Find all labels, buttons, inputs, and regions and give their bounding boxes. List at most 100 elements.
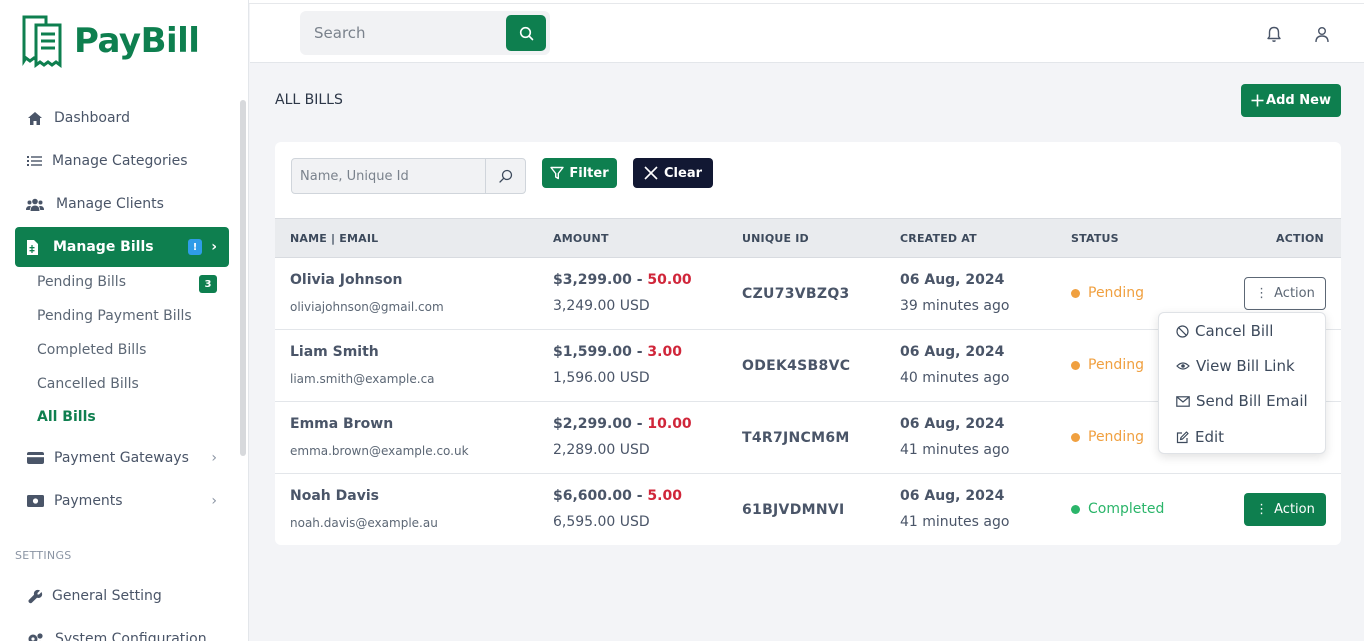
search-icon (519, 26, 533, 40)
client-name: Olivia Johnson (290, 272, 403, 288)
settings-heading: SETTINGS (15, 549, 72, 562)
submenu-item-completed-bills[interactable]: Completed Bills (37, 342, 146, 358)
bell-icon (1267, 26, 1281, 42)
sidebar-item-dashboard[interactable]: Dashboard (15, 98, 229, 138)
bill-amount: $6,600.00 - 5.00 (553, 488, 682, 504)
kebab-icon: ⋮ (1255, 502, 1269, 517)
sidebar-scrollbar[interactable] (240, 100, 246, 456)
filter-label: Filter (569, 165, 609, 181)
created-date: 06 Aug, 2024 (900, 488, 1005, 504)
status-text: Pending (1088, 285, 1144, 301)
action-button[interactable]: ⋮ Action (1244, 277, 1326, 310)
wrench-icon (24, 589, 46, 604)
action-dropdown-menu: Cancel Bill View Bill Link Send Bill Ema… (1158, 312, 1326, 454)
menu-item-label: Send Bill Email (1196, 392, 1308, 410)
sidebar-item-manage-clients[interactable]: Manage Clients (15, 184, 229, 224)
chevron-right-icon: › (211, 450, 217, 466)
gross-amount: $1,599.00 - (553, 344, 648, 360)
created-ago: 40 minutes ago (900, 370, 1010, 386)
chevron-right-icon: › (211, 493, 217, 509)
bill-amount: $1,599.00 - 3.00 (553, 344, 682, 360)
column-header-name-email[interactable]: NAME | EMAIL (290, 232, 378, 245)
created-ago: 41 minutes ago (900, 514, 1010, 530)
menu-item-label: Cancel Bill (1195, 322, 1274, 340)
client-name: Emma Brown (290, 416, 394, 432)
filter-search-input[interactable] (292, 159, 485, 193)
brand-name: PayBill (74, 21, 200, 61)
menu-item-edit[interactable]: Edit (1176, 428, 1224, 446)
file-icon (21, 239, 43, 255)
pending-count-badge: 3 (199, 275, 217, 293)
page-title: ALL BILLS (275, 92, 343, 108)
action-label: Action (1274, 502, 1315, 517)
created-ago: 39 minutes ago (900, 298, 1010, 314)
profile-button[interactable] (1312, 24, 1332, 44)
users-icon (24, 198, 46, 211)
created-ago: 41 minutes ago (900, 442, 1010, 458)
filter-button[interactable]: Filter (542, 158, 617, 188)
sidebar-item-label: General Setting (52, 588, 162, 604)
sidebar-item-label: Payments (54, 493, 123, 509)
submenu-item-all-bills[interactable]: All Bills (37, 409, 96, 425)
top-bar (250, 4, 1364, 63)
add-new-label: Add New (1266, 93, 1331, 108)
client-email: liam.smith@example.ca (290, 372, 435, 386)
sidebar-item-manage-bills[interactable]: Manage Bills ! › (15, 227, 229, 267)
clear-label: Clear (664, 165, 702, 181)
list-icon (23, 155, 45, 167)
search-input[interactable] (300, 11, 505, 55)
net-amount: 3,249.00 USD (553, 298, 650, 314)
sidebar-item-payments[interactable]: Payments › (15, 481, 229, 521)
sidebar-item-system-configuration[interactable]: System Configuration (15, 619, 229, 641)
column-header-status[interactable]: STATUS (1071, 232, 1119, 245)
sidebar-item-payment-gateways[interactable]: Payment Gateways › (15, 438, 229, 478)
created-date: 06 Aug, 2024 (900, 416, 1005, 432)
status-badge: Pending (1071, 357, 1144, 373)
menu-item-cancel-bill[interactable]: Cancel Bill (1176, 322, 1273, 340)
submenu-item-pending-payment-bills[interactable]: Pending Payment Bills (37, 308, 192, 324)
submenu-item-pending-bills[interactable]: Pending Bills (37, 274, 126, 290)
user-icon (1315, 26, 1329, 42)
search-button[interactable] (506, 15, 546, 51)
card-icon (24, 452, 46, 464)
filter-search-button[interactable] (485, 159, 525, 193)
action-label: Action (1274, 286, 1315, 301)
sidebar-item-label: Manage Clients (56, 196, 164, 212)
add-new-button[interactable]: Add New (1241, 84, 1341, 117)
bill-amount: $3,299.00 - 50.00 (553, 272, 692, 288)
sidebar-item-manage-categories[interactable]: Manage Categories (15, 141, 229, 181)
created-date: 06 Aug, 2024 (900, 344, 1005, 360)
status-text: Pending (1088, 429, 1144, 445)
bill-filter-search (291, 158, 526, 194)
client-name: Noah Davis (290, 488, 379, 504)
global-search (300, 11, 550, 55)
net-amount: 1,596.00 USD (553, 370, 650, 386)
submenu-item-cancelled-bills[interactable]: Cancelled Bills (37, 376, 139, 392)
status-dot (1071, 504, 1080, 514)
unique-id: CZU73VBZQ3 (742, 286, 850, 302)
menu-item-send-bill-email[interactable]: Send Bill Email (1176, 392, 1308, 410)
client-email: noah.davis@example.au (290, 516, 438, 530)
action-button[interactable]: ⋮ Action (1244, 493, 1326, 526)
status-text: Completed (1088, 501, 1165, 517)
eye-icon (1176, 362, 1190, 370)
column-header-amount[interactable]: AMOUNT (553, 232, 609, 245)
brand-logo[interactable]: PayBill (20, 13, 200, 69)
plus-icon (1251, 94, 1264, 107)
sidebar-item-label: Payment Gateways (54, 450, 189, 466)
notifications-button[interactable] (1264, 24, 1284, 44)
menu-item-view-bill-link[interactable]: View Bill Link (1176, 357, 1295, 375)
ban-icon (1176, 324, 1189, 338)
close-icon (644, 166, 658, 180)
clear-button[interactable]: Clear (633, 158, 713, 188)
net-amount: 2,289.00 USD (553, 442, 650, 458)
status-badge: Pending (1071, 429, 1144, 445)
sidebar-item-general-setting[interactable]: General Setting (15, 576, 229, 616)
gross-amount: $3,299.00 - (553, 272, 648, 288)
column-header-created-at[interactable]: CREATED AT (900, 232, 977, 245)
status-dot (1071, 432, 1080, 442)
funnel-icon (550, 166, 565, 180)
unique-id: 61BJVDMNVI (742, 502, 845, 518)
kebab-icon: ⋮ (1255, 286, 1269, 301)
column-header-unique-id[interactable]: UNIQUE ID (742, 232, 809, 245)
